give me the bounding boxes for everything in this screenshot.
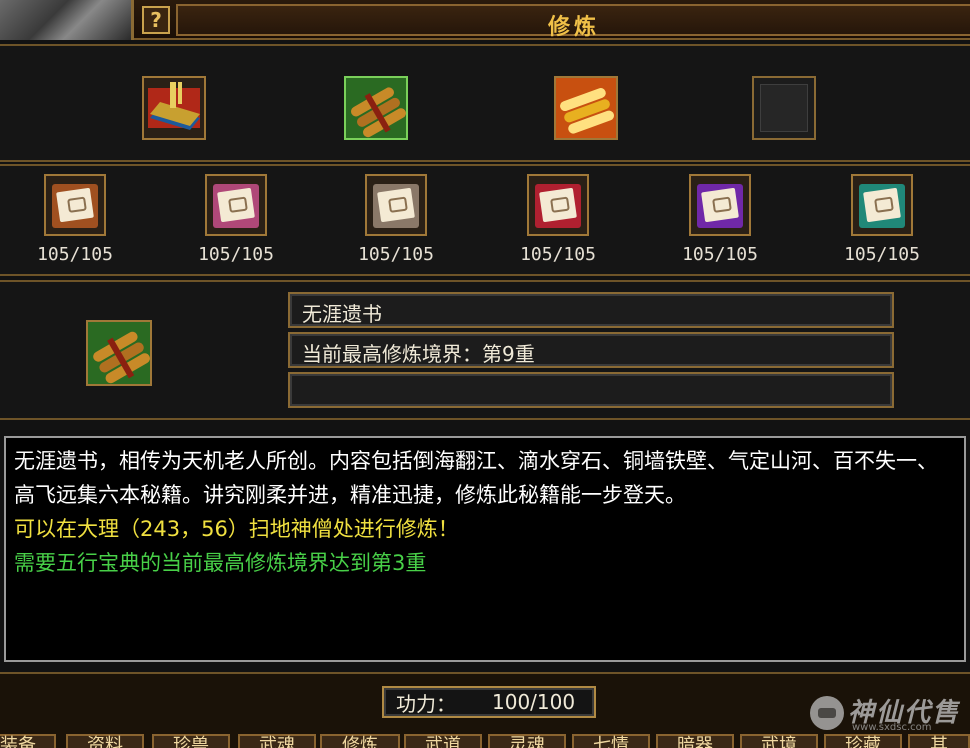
tab-emotions[interactable]: 七情 bbox=[572, 734, 650, 748]
watermark-face-icon bbox=[810, 696, 844, 730]
power-display: 功力： 100/100 bbox=[382, 686, 596, 718]
skill-item[interactable]: 105/105 bbox=[513, 174, 603, 265]
scroll-paper bbox=[56, 187, 94, 223]
skill-count: 105/105 bbox=[198, 244, 274, 265]
description-box[interactable]: 无涯遗书，相传为天机老人所创。内容包括倒海翻江、滴水穿石、铜墙铁壁、气定山河、百… bbox=[4, 436, 966, 662]
tab-spirit[interactable]: 灵魂 bbox=[488, 734, 566, 748]
tab-collection[interactable]: 珍藏 bbox=[824, 734, 902, 748]
category-slot-book[interactable] bbox=[142, 76, 206, 140]
category-panel bbox=[0, 44, 970, 162]
skill-count: 105/105 bbox=[37, 244, 113, 265]
title-bar: ? 修炼 bbox=[0, 0, 970, 40]
skill-scroll-icon bbox=[44, 174, 106, 236]
scroll-paper bbox=[701, 187, 739, 223]
skill-count: 105/105 bbox=[844, 244, 920, 265]
gold-bundle-icon bbox=[556, 78, 616, 138]
help-button[interactable]: ? bbox=[142, 6, 170, 34]
requirement-text: 需要五行宝典的当前最高修炼境界达到第3重 bbox=[14, 551, 427, 575]
skill-count: 105/105 bbox=[682, 244, 758, 265]
scroll-bundle-icon bbox=[88, 322, 150, 384]
skill-count: 105/105 bbox=[358, 244, 434, 265]
location-text: 可以在大理（243，56）扫地神僧处进行修炼！ bbox=[14, 517, 459, 541]
tab-pets[interactable]: 珍兽 bbox=[152, 734, 230, 748]
skill-scroll-icon bbox=[205, 174, 267, 236]
skill-item[interactable]: 105/105 bbox=[351, 174, 441, 265]
scroll-bundle-icon bbox=[346, 78, 406, 138]
skill-scroll-icon bbox=[527, 174, 589, 236]
scroll-paper bbox=[377, 187, 415, 223]
description-text: 无涯遗书，相传为天机老人所创。内容包括倒海翻江、滴水穿石、铜墙铁壁、气定山河、百… bbox=[14, 449, 938, 507]
tab-bar: 装备 资料 珍兽 武魂 修炼 武道 灵魂 七情 暗器 武境 珍藏 其 bbox=[0, 734, 970, 748]
tab-profile[interactable]: 资料 bbox=[66, 734, 144, 748]
category-slot-empty[interactable] bbox=[752, 76, 816, 140]
tab-hidden-weapon[interactable]: 暗器 bbox=[656, 734, 734, 748]
scroll-paper bbox=[539, 187, 577, 223]
skill-item[interactable]: 105/105 bbox=[675, 174, 765, 265]
selected-item-slot[interactable] bbox=[86, 320, 152, 386]
skill-item[interactable]: 105/105 bbox=[30, 174, 120, 265]
item-name-field: 无涯遗书 bbox=[288, 292, 894, 328]
tab-equipment[interactable]: 装备 bbox=[0, 734, 56, 748]
book-icon bbox=[148, 82, 200, 130]
title-strip: 修炼 bbox=[176, 4, 970, 40]
empty-slot-icon bbox=[760, 84, 808, 132]
tab-martial-realm[interactable]: 武境 bbox=[740, 734, 818, 748]
skill-item[interactable]: 105/105 bbox=[191, 174, 281, 265]
watermark-logo: 神仙代售 www.sxdsc.com bbox=[810, 690, 966, 734]
window-title: 修炼 bbox=[547, 15, 600, 40]
scroll-paper bbox=[217, 187, 255, 223]
skill-scroll-icon bbox=[689, 174, 751, 236]
scroll-paper bbox=[863, 187, 901, 223]
item-extra-field bbox=[288, 372, 894, 408]
watermark-url: www.sxdsc.com bbox=[852, 722, 932, 733]
tab-soul[interactable]: 武魂 bbox=[238, 734, 316, 748]
power-label: 功力： bbox=[396, 691, 456, 716]
category-slot-gold[interactable] bbox=[554, 76, 618, 140]
category-slot-scrolls[interactable] bbox=[344, 76, 408, 140]
skill-panel: 105/105 105/105 105/105 105/105 105/105 bbox=[0, 164, 970, 276]
power-value: 100/100 bbox=[492, 690, 576, 714]
skill-scroll-icon bbox=[851, 174, 913, 236]
tab-cultivation[interactable]: 修炼 bbox=[320, 734, 400, 748]
skill-scroll-icon bbox=[365, 174, 427, 236]
tab-other[interactable]: 其 bbox=[908, 734, 970, 748]
skill-item[interactable]: 105/105 bbox=[837, 174, 927, 265]
skill-count: 105/105 bbox=[520, 244, 596, 265]
tab-martial-way[interactable]: 武道 bbox=[404, 734, 482, 748]
item-realm-field: 当前最高修炼境界：第9重 bbox=[288, 332, 894, 368]
corner-ornament bbox=[0, 0, 134, 40]
